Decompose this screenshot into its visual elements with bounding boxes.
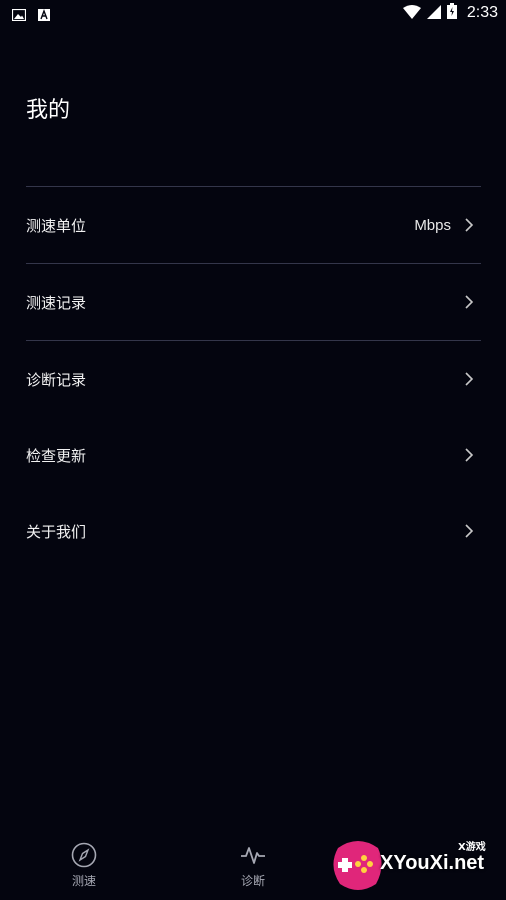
nav-tab-speed-test[interactable]: 测速 bbox=[44, 842, 124, 889]
battery-icon bbox=[446, 3, 457, 23]
menu-item-speed-records[interactable]: 测速记录 bbox=[26, 264, 481, 340]
menu-item-check-update[interactable]: 检查更新 bbox=[26, 417, 481, 493]
watermark-logo: X游戏 XYouXi.net bbox=[328, 834, 498, 894]
settings-menu: 测速单位 Mbps 测速记录 诊断记录 检查更新 关于我们 bbox=[26, 186, 481, 569]
menu-item-label: 关于我们 bbox=[26, 522, 87, 541]
chevron-right-icon bbox=[465, 524, 474, 538]
nav-label: 测速 bbox=[71, 874, 96, 888]
menu-item-label: 测速单位 bbox=[26, 216, 87, 235]
wifi-icon bbox=[402, 4, 421, 23]
menu-item-about-us[interactable]: 关于我们 bbox=[26, 493, 481, 569]
status-bar: 2:33 bbox=[0, 0, 506, 26]
screen: 2:33 我的 测速单位 Mbps 测速记录 诊断记录 检查更新 关于我们 测速… bbox=[0, 0, 506, 900]
chevron-right-icon bbox=[465, 372, 474, 386]
pulse-icon bbox=[241, 847, 265, 864]
page-title: 我的 bbox=[26, 98, 71, 123]
speed-unit-value: Mbps bbox=[414, 216, 451, 234]
nav-tab-diagnosis[interactable]: 诊断 bbox=[213, 842, 293, 889]
menu-item-label: 诊断记录 bbox=[26, 370, 87, 389]
menu-item-speed-unit[interactable]: 测速单位 Mbps bbox=[26, 187, 481, 263]
nav-label: 诊断 bbox=[240, 874, 265, 888]
chevron-right-icon bbox=[465, 295, 474, 309]
menu-item-label: 测速记录 bbox=[26, 293, 87, 312]
status-time: 2:33 bbox=[466, 4, 498, 21]
chevron-right-icon bbox=[465, 218, 474, 232]
menu-item-label: 检查更新 bbox=[26, 446, 87, 465]
gamepad-logo-icon bbox=[333, 841, 382, 890]
menu-item-diagnosis-records[interactable]: 诊断记录 bbox=[26, 341, 481, 417]
image-icon bbox=[11, 6, 27, 25]
font-icon bbox=[38, 6, 50, 25]
watermark-small-text: X游戏 bbox=[458, 842, 486, 853]
signal-icon bbox=[426, 4, 441, 23]
chevron-right-icon bbox=[465, 448, 474, 462]
watermark-text: XYouXi.net bbox=[380, 852, 485, 874]
compass-icon bbox=[71, 842, 97, 868]
